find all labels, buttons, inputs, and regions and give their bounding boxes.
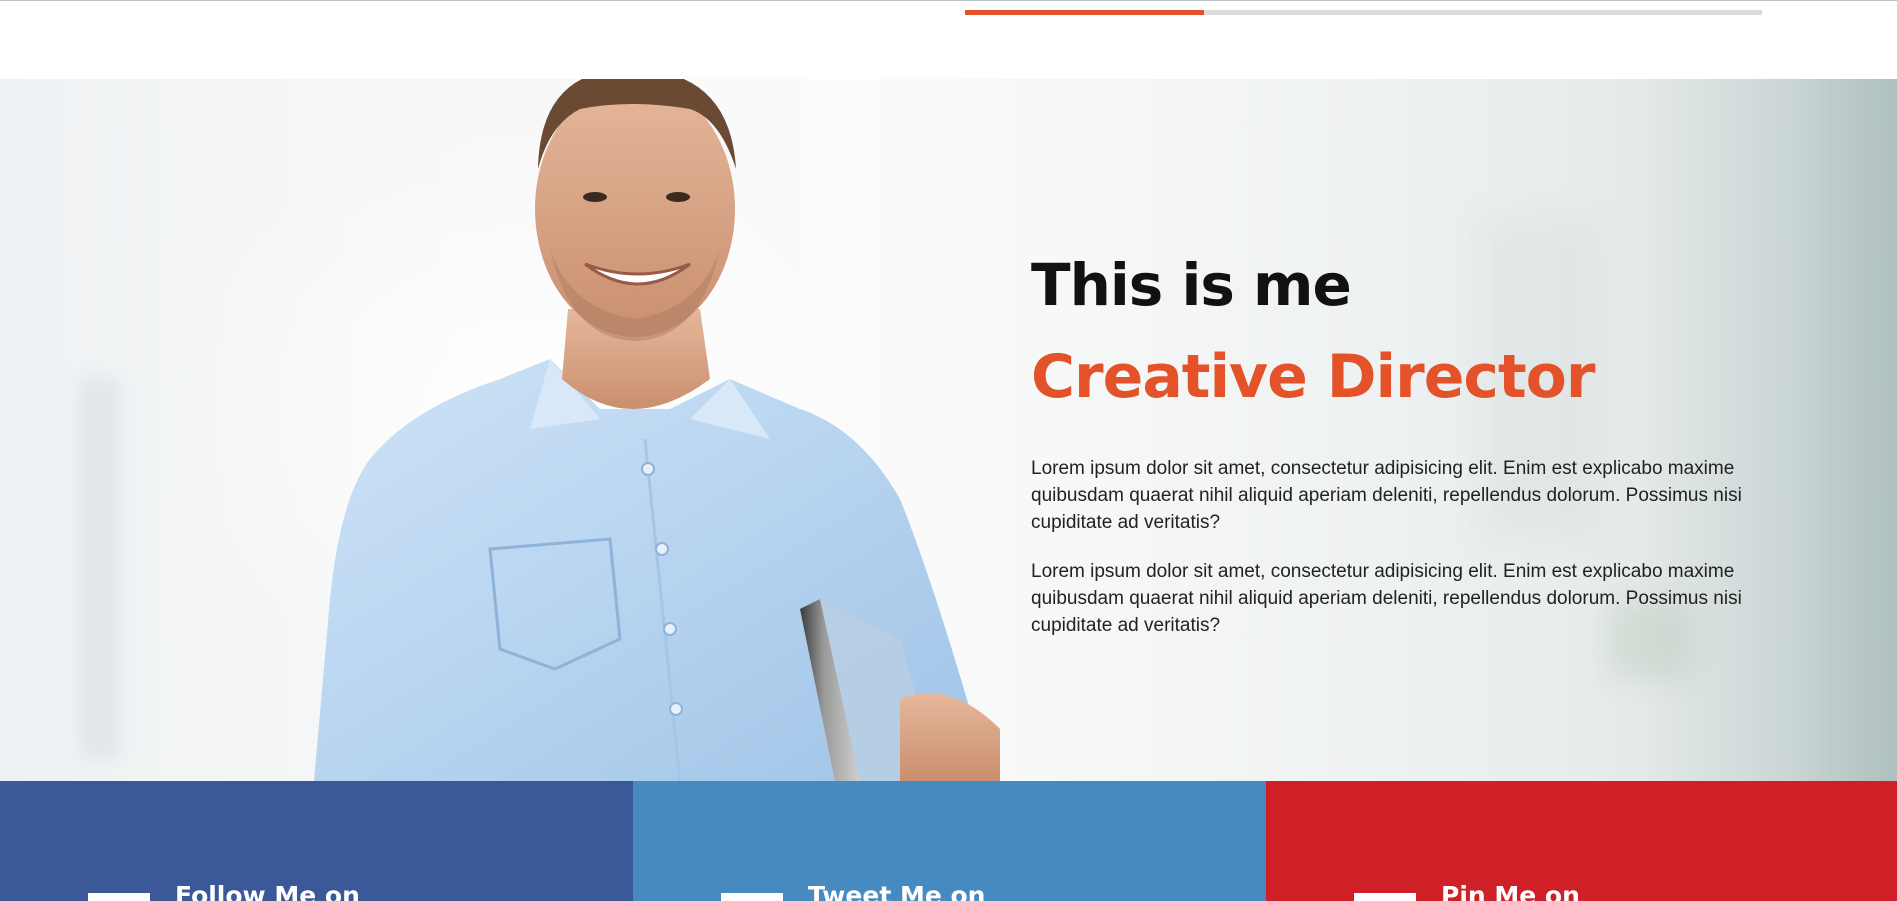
hero-subtitle: Creative Director [1031,342,1595,412]
hero-paragraph: Lorem ipsum dolor sit amet, consectetur … [1031,561,1742,636]
social-tile-label: Pin Me on [1441,881,1580,901]
header-bar [0,0,1897,79]
background-column-blur [80,379,120,759]
social-tile-twitter[interactable]: Tweet Me on [633,781,1266,901]
facebook-icon [88,893,150,901]
hero-section: This is me Creative Director Lorem ipsum… [0,79,1897,781]
hero-paragraph: Lorem ipsum dolor sit amet, consectetur … [1031,458,1742,533]
progress-bar [965,10,1762,15]
progress-bar-fill [965,10,1205,15]
social-tile-pinterest[interactable]: Pin Me on [1266,781,1897,901]
twitter-icon [721,893,783,901]
hero-text-block: This is me Creative Director Lorem ipsum… [1031,249,1751,639]
hero-portrait-image [314,79,1000,781]
header-top-border [0,0,1897,1]
pinterest-icon [1354,893,1416,901]
hero-title: This is me [1031,251,1352,319]
social-links-bar: Follow Me on Tweet Me on Pin Me on [0,781,1897,901]
social-tile-label: Follow Me on [175,881,360,901]
social-tile-label: Tweet Me on [808,881,986,901]
social-tile-facebook[interactable]: Follow Me on [0,781,633,901]
